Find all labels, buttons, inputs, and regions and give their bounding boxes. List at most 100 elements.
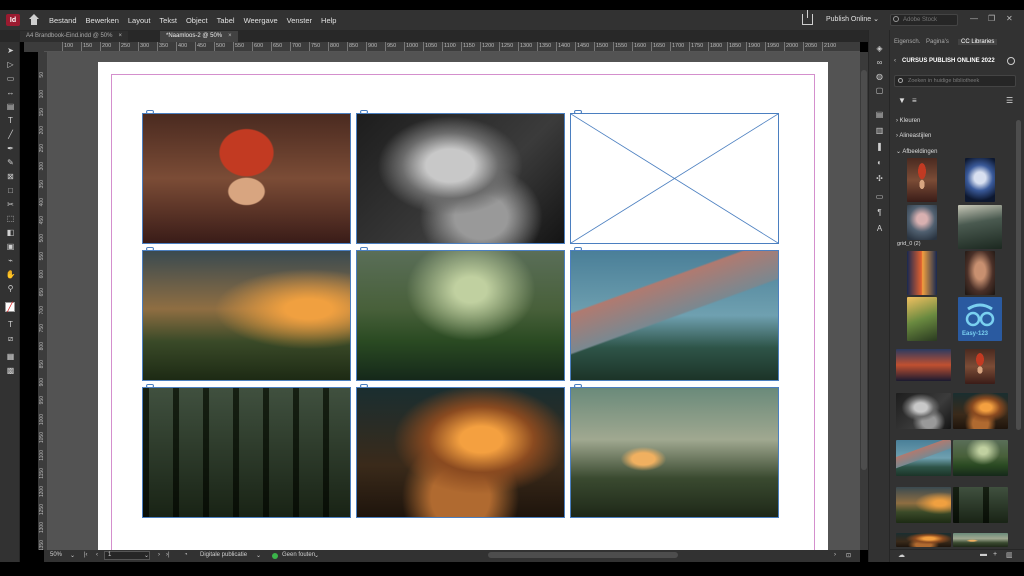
sort-icon[interactable]: ≡: [912, 96, 917, 105]
back-chevron-icon[interactable]: ‹: [894, 58, 896, 64]
tab-naamloos-2[interactable]: *Naamloos-2 @ 50% ×: [160, 31, 238, 42]
image-frame-mountain-cabin[interactable]: [570, 250, 779, 381]
adobe-stock-search-input[interactable]: Adobe Stock: [890, 14, 958, 26]
library-asset-thumbnail[interactable]: [953, 440, 1008, 476]
frame-link-handle[interactable]: [360, 110, 368, 114]
frame-link-handle[interactable]: [574, 247, 582, 251]
image-frame-castle-sunset[interactable]: [142, 250, 351, 381]
library-asset-thumbnail[interactable]: [896, 393, 951, 429]
menu-tekst[interactable]: Tekst: [159, 16, 177, 25]
note-tool-icon[interactable]: ▣: [5, 242, 16, 252]
folder-icon[interactable]: ▬: [980, 551, 987, 558]
page-tool-icon[interactable]: ▭: [5, 74, 16, 84]
frame-link-handle[interactable]: [146, 247, 154, 251]
library-asset-thumbnail[interactable]: [953, 393, 1008, 429]
last-page-icon[interactable]: ›|: [166, 552, 170, 558]
horizontal-scrollbar-thumb[interactable]: [488, 552, 678, 558]
eyedropper-tool-icon[interactable]: ⌁: [5, 256, 16, 266]
previous-page-icon[interactable]: ‹: [96, 552, 98, 558]
empty-image-frame[interactable]: [570, 113, 779, 244]
scroll-right-icon[interactable]: ›: [834, 552, 836, 558]
library-asset-thumbnail[interactable]: [965, 349, 995, 384]
menu-object[interactable]: Object: [186, 16, 208, 25]
hand-tool-icon[interactable]: ✋: [5, 270, 16, 280]
page-dropdown-icon[interactable]: ⌄: [144, 552, 149, 559]
image-frame-misty-forest[interactable]: [142, 387, 351, 518]
menu-venster[interactable]: Venster: [287, 16, 312, 25]
cc-libraries-icon[interactable]: ◍: [874, 72, 885, 82]
apply-none-icon[interactable]: ⧄: [5, 334, 16, 344]
image-frame-green-valley[interactable]: [356, 250, 565, 381]
formatting-affects-text-icon[interactable]: T: [5, 320, 16, 330]
library-search-input[interactable]: Zoeken in huidige bibliotheek: [894, 75, 1016, 87]
tab-paginas[interactable]: Pagina's: [926, 39, 949, 45]
frame-link-handle[interactable]: [146, 384, 154, 388]
close-window-button[interactable]: ✕: [1006, 14, 1013, 23]
open-page-icon[interactable]: ◔: [184, 552, 188, 558]
close-tab-icon[interactable]: ×: [228, 33, 232, 39]
first-page-icon[interactable]: |‹: [84, 552, 88, 558]
gradient-icon[interactable]: ◐: [874, 158, 885, 168]
character-styles-icon[interactable]: A: [874, 224, 885, 234]
frame-link-handle[interactable]: [360, 384, 368, 388]
text-wrap-icon[interactable]: ▭: [874, 192, 885, 202]
add-asset-icon[interactable]: +: [993, 551, 997, 558]
tab-cc-libraries[interactable]: CC Libraries: [958, 39, 998, 45]
pencil-tool-icon[interactable]: ✎: [5, 158, 16, 168]
next-page-icon[interactable]: ›: [158, 552, 160, 558]
section-kleuren[interactable]: › Kleuren: [896, 118, 920, 124]
links-icon[interactable]: ∞: [874, 58, 885, 68]
selection-tool-icon[interactable]: ➤: [5, 46, 16, 56]
library-asset-thumbnail[interactable]: [907, 158, 937, 202]
library-asset-thumbnail[interactable]: [953, 533, 1008, 547]
frame-link-handle[interactable]: [574, 110, 582, 114]
image-frame-hillside-house[interactable]: [570, 387, 779, 518]
zoom-level-field[interactable]: 50%: [50, 552, 62, 558]
close-tab-icon[interactable]: ×: [118, 33, 122, 39]
image-frame-tree-labyrinth[interactable]: [356, 387, 565, 518]
frame-link-handle[interactable]: [360, 247, 368, 251]
home-icon[interactable]: [28, 14, 40, 26]
free-transform-tool-icon[interactable]: ⬚: [5, 214, 16, 224]
color-icon[interactable]: ▥: [874, 126, 885, 136]
library-asset-thumbnail[interactable]: [907, 251, 937, 295]
menu-bewerken[interactable]: Bewerken: [86, 16, 119, 25]
gap-tool-icon[interactable]: ↔: [5, 88, 16, 98]
rectangle-tool-icon[interactable]: □: [5, 186, 16, 196]
bookmarks-icon[interactable]: ❚: [874, 142, 885, 152]
swatches-icon[interactable]: ▤: [874, 110, 885, 120]
library-asset-thumbnail[interactable]: [896, 440, 951, 476]
library-asset-thumbnail[interactable]: [896, 533, 951, 547]
rectangle-frame-tool-icon[interactable]: ⊠: [5, 172, 16, 182]
cloud-sync-icon[interactable]: ☁: [898, 551, 905, 559]
library-asset-thumbnail[interactable]: [965, 251, 995, 295]
horizontal-ruler[interactable]: 100 150 200 250 300 350 400 450 500 550 …: [44, 42, 860, 52]
fill-swatch-icon[interactable]: ╱: [5, 302, 15, 312]
minimize-button[interactable]: —: [970, 14, 978, 23]
user-icon[interactable]: [1007, 57, 1015, 65]
publish-online-button[interactable]: Publish Online: [826, 15, 879, 23]
tab-eigenschappen[interactable]: Eigensch.: [894, 39, 920, 45]
library-asset-thumbnail[interactable]: [896, 349, 951, 381]
effects-icon[interactable]: ✣: [874, 174, 885, 184]
menu-tabel[interactable]: Tabel: [217, 16, 235, 25]
zoom-dropdown-icon[interactable]: ⌄: [70, 552, 75, 559]
type-tool-icon[interactable]: T: [5, 116, 16, 126]
section-alineastijlen[interactable]: › Alineastijlen: [896, 133, 931, 139]
paragraph-styles-icon[interactable]: ¶: [874, 208, 885, 218]
vertical-scrollbar-thumb[interactable]: [861, 70, 867, 470]
maximize-button[interactable]: ❐: [988, 14, 995, 23]
preflight-errors[interactable]: Geen fouten: [282, 552, 315, 558]
pen-tool-icon[interactable]: ✒: [5, 144, 16, 154]
library-asset-thumbnail[interactable]: [958, 205, 1002, 249]
section-afbeeldingen[interactable]: ⌄ Afbeeldingen: [896, 148, 937, 155]
fit-view-icon[interactable]: ⊡: [846, 552, 851, 559]
frame-link-handle[interactable]: [146, 110, 154, 114]
content-collector-icon[interactable]: ▤: [5, 102, 16, 112]
tab-brandbook[interactable]: A4 Brandbook-Eind.indd @ 50% ×: [20, 31, 128, 42]
direct-selection-tool-icon[interactable]: ▷: [5, 60, 16, 70]
image-frame-knight-armor[interactable]: [356, 113, 565, 244]
library-asset-logo[interactable]: Easy-123: [958, 297, 1002, 341]
library-asset-thumbnail[interactable]: [965, 158, 995, 202]
preflight-profile-dropdown-icon[interactable]: ⌄: [256, 552, 261, 559]
